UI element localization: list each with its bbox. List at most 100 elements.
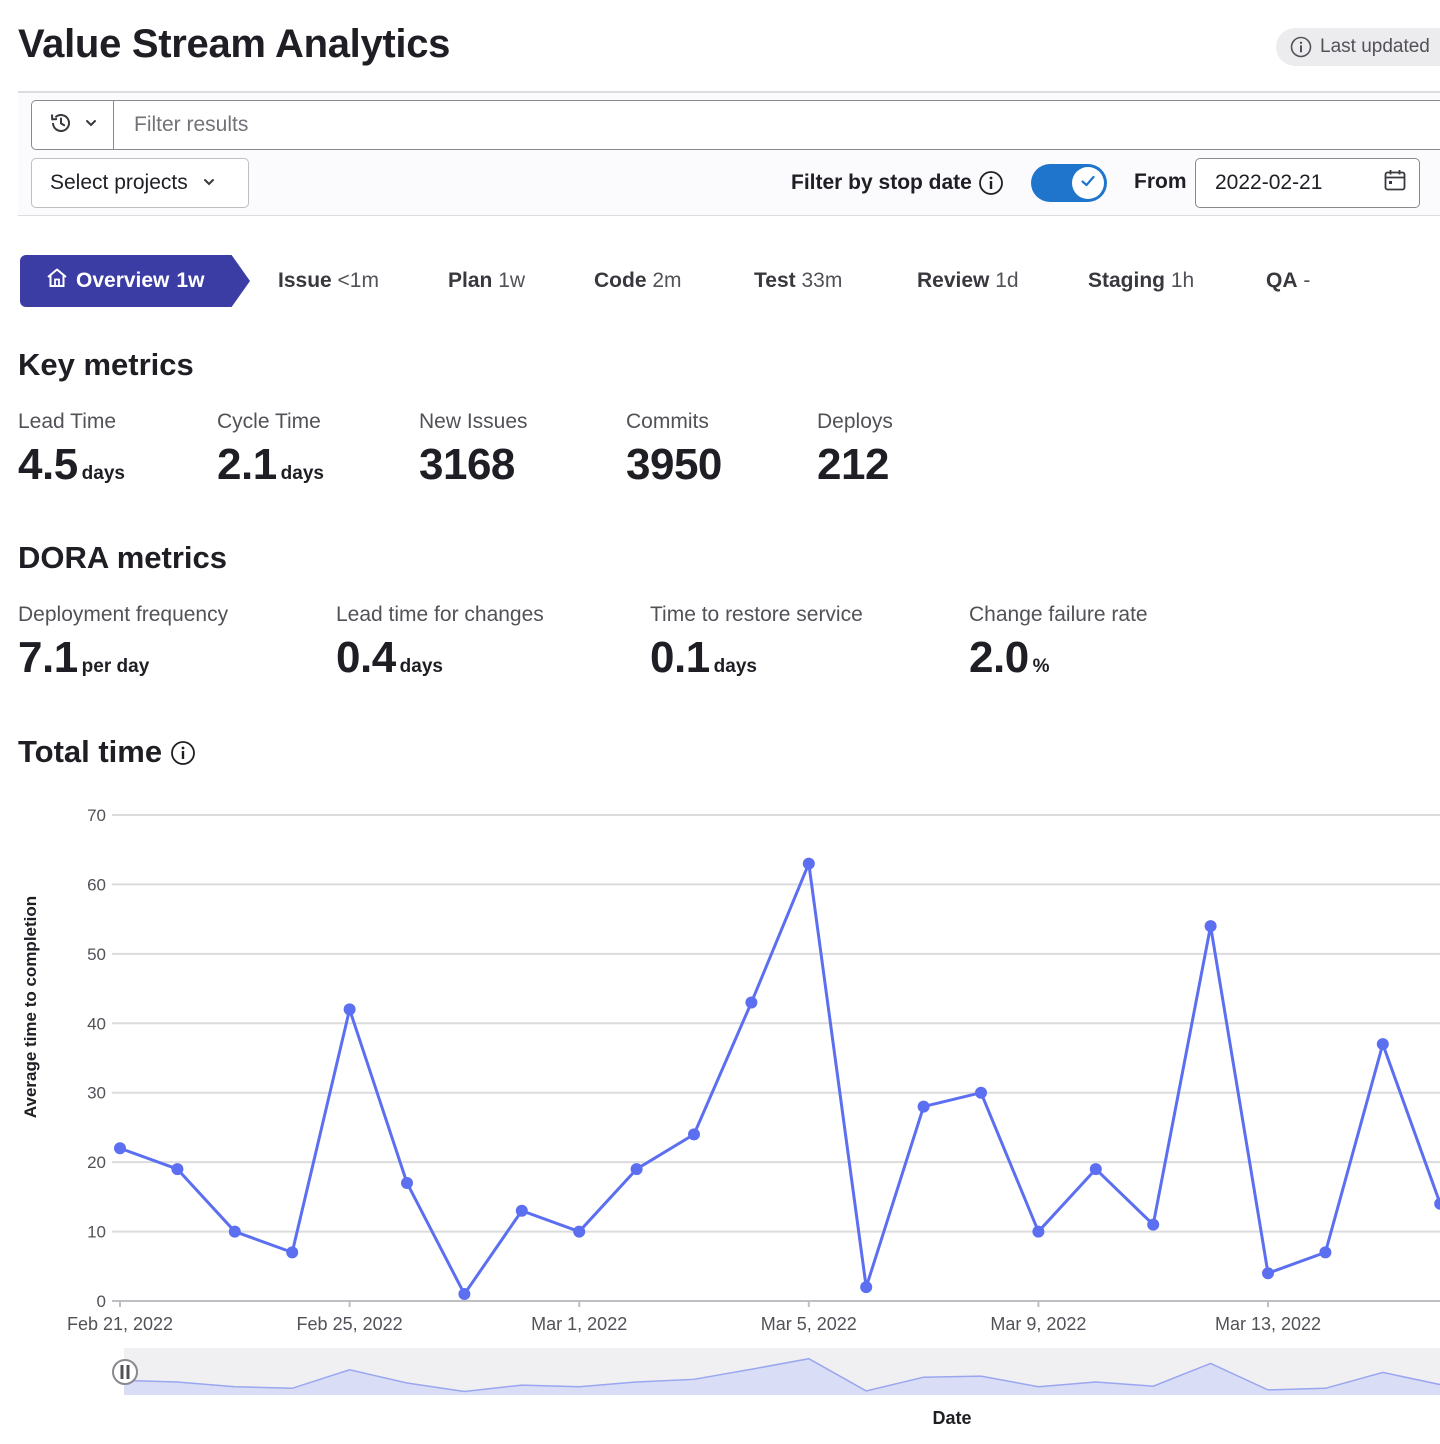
total-time-title: Total time [18,734,163,769]
chevron-down-icon [202,171,216,195]
data-point [1434,1197,1440,1210]
stage-tab-plan[interactable]: Plan 1w [448,269,525,293]
metric-label: Deploys [817,410,893,433]
stage-time: 1w [498,269,526,292]
info-icon[interactable] [978,170,1004,196]
stage-tab-issue[interactable]: Issue <1m [278,269,379,293]
metric-label: Deployment frequency [18,603,229,626]
metric-value: 212 [817,440,889,489]
stage-tab-review[interactable]: Review 1d [917,269,1019,293]
stage-tab-test[interactable]: Test 33m [754,269,842,293]
metric-unit: days [399,656,443,677]
calendar-icon[interactable] [1383,168,1407,198]
y-tick-label: 60 [87,875,106,894]
select-projects-label: Select projects [50,171,188,194]
stage-tab-qa[interactable]: QA - [1266,269,1310,293]
data-point [1376,1038,1389,1051]
y-tick-label: 0 [97,1292,106,1311]
from-label: From [1134,170,1187,193]
data-point [1089,1163,1102,1176]
toggle-knob [1072,167,1104,199]
stage-name: Issue [278,269,332,292]
from-date-picker[interactable]: 2022-02-21 [1195,158,1420,208]
metric-label: Cycle Time [217,410,321,433]
stage-time: 33m [801,269,843,292]
dora-metrics-heading: DORA metrics [18,540,228,575]
data-point [228,1225,241,1238]
select-projects-dropdown[interactable]: Select projects [31,158,249,208]
data-point [1319,1246,1332,1259]
stage-name: Review [917,269,990,292]
stage-name: Plan [448,269,493,292]
metric-commits[interactable]: Commits 3950 [626,410,722,490]
last-updated-badge[interactable]: Last updated [1276,28,1440,66]
x-tick-label: Mar 5, 2022 [761,1314,857,1334]
metric-label: Lead Time [18,410,117,433]
stop-date-toggle[interactable] [1031,164,1107,202]
metric-new-issues[interactable]: New Issues 3168 [419,410,528,490]
recent-searches-button[interactable] [31,100,114,150]
metric-deployment-frequency[interactable]: Deployment frequency 7.1 per day [18,603,228,683]
data-point [515,1204,528,1217]
data-point [286,1246,299,1259]
stop-date-filter: Filter by stop date [791,170,1004,196]
zoom-handle[interactable] [112,1359,138,1385]
from-date-value: 2022-02-21 [1215,171,1323,194]
metric-unit: per day [81,656,150,677]
total-time-heading: Total time [18,734,196,770]
stage-tab-overview[interactable]: Overview 1w [20,255,250,307]
history-icon [48,110,74,141]
stage-name: Code [594,269,647,292]
data-point [1032,1225,1045,1238]
stage-name: Staging [1088,269,1165,292]
series-line [119,862,1440,1296]
y-tick-label: 30 [87,1084,106,1103]
x-tick-label: Mar 1, 2022 [531,1314,627,1334]
stage-name: Overview [76,269,170,292]
metric-value: 0.4 [336,633,396,682]
stage-time: 1d [995,269,1019,292]
metric-value: 2.1 [217,440,277,489]
y-tick-label: 50 [87,945,106,964]
metric-value: 7.1 [18,633,78,682]
metric-label: Time to restore service [650,603,863,626]
check-icon [1079,172,1097,195]
metric-lead-time-for-changes[interactable]: Lead time for changes 0.4 days [336,603,544,683]
stage-name: QA [1266,269,1298,292]
y-tick-label: 40 [87,1014,106,1033]
metric-label: New Issues [419,410,528,433]
stage-navigation: Overview 1w Issue <1m Plan 1w Code 2m Te… [0,255,1440,307]
home-icon [45,266,69,296]
metric-unit: days [280,463,324,484]
stage-name: Test [754,269,796,292]
metric-deploys[interactable]: Deploys 212 [817,410,893,490]
metric-lead-time[interactable]: Lead Time 4.5 days [18,410,125,490]
stage-time: <1m [337,269,379,292]
data-point [802,857,815,870]
x-tick-label: Feb 25, 2022 [297,1314,403,1334]
y-axis-label: Average time to completion [21,896,40,1118]
metric-value: 3168 [419,440,515,489]
data-point [860,1281,873,1294]
filter-results-input[interactable] [113,100,1440,150]
data-point [171,1163,184,1176]
metric-time-to-restore[interactable]: Time to restore service 0.1 days [650,603,863,683]
x-axis-label: Date [932,1408,971,1428]
data-point [917,1100,930,1113]
metric-value: 0.1 [650,633,710,682]
metric-cycle-time[interactable]: Cycle Time 2.1 days [217,410,324,490]
metric-label: Change failure rate [969,603,1148,626]
data-point [745,996,758,1009]
stage-tab-code[interactable]: Code 2m [594,269,682,293]
info-icon[interactable] [170,739,196,765]
info-icon [1290,36,1312,58]
metric-value: 3950 [626,440,722,489]
chevron-down-icon [84,116,98,135]
metric-label: Lead time for changes [336,603,544,626]
stage-tab-staging[interactable]: Staging 1h [1088,269,1194,293]
metric-value: 4.5 [18,440,78,489]
total-time-chart[interactable]: 0 10 20 30 40 50 60 70 Feb 21, 2022 Feb 25, 2022… [0,790,1440,1444]
metric-change-failure-rate[interactable]: Change failure rate 2.0% [969,603,1148,683]
data-point [975,1086,987,1099]
key-metrics-heading: Key metrics [18,347,194,382]
